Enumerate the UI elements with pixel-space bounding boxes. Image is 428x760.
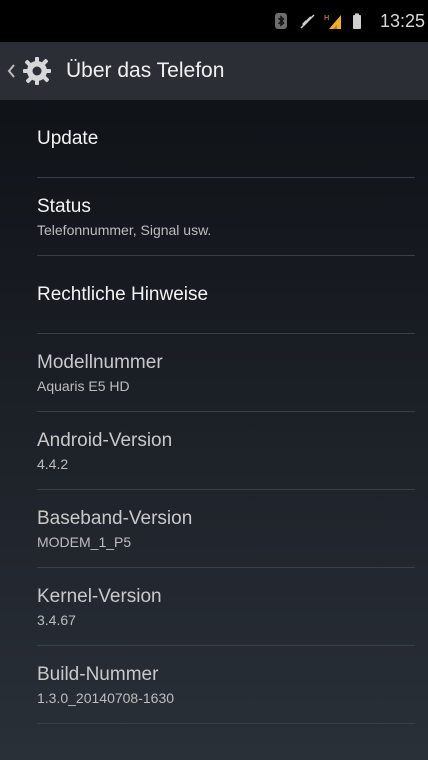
list-item-subtitle: MODEM_1_P5	[37, 533, 132, 550]
list-item-subtitle: 4.4.2	[37, 455, 69, 472]
page-title: Über das Telefon	[66, 59, 225, 82]
list-item-legal[interactable]: Rechtliche Hinweise	[37, 256, 415, 334]
list-item-android-version[interactable]: Android-Version 4.4.2	[37, 412, 415, 490]
svg-text:H: H	[324, 14, 329, 22]
list-item-title: Status	[37, 195, 91, 217]
list-item-status[interactable]: Status Telefonnummer, Signal usw.	[37, 178, 415, 256]
status-time: 13:25	[379, 10, 425, 31]
bluetooth-icon	[274, 13, 287, 29]
status-bar: H 13:25	[0, 0, 428, 42]
list-item-title: Update	[37, 127, 99, 149]
list-item-update[interactable]: Update	[37, 100, 415, 178]
list-item-model-number: Modellnummer Aquaris E5 HD	[37, 334, 415, 412]
list-item-title: Build-Nummer	[37, 663, 159, 685]
battery-icon	[352, 13, 361, 29]
status-icons: H 13:25	[272, 11, 425, 32]
back-icon[interactable]	[6, 63, 16, 79]
settings-icon[interactable]	[20, 54, 54, 88]
list-item-title: Kernel-Version	[37, 585, 162, 607]
screen: H 13:25 Über das Telefon Update Status T…	[0, 0, 428, 760]
mute-icon	[300, 14, 315, 29]
list-item-title: Rechtliche Hinweise	[37, 283, 209, 305]
list-item-build-number[interactable]: Build-Nummer 1.3.0_20140708-1630	[37, 646, 415, 724]
action-bar[interactable]: Über das Telefon	[0, 42, 428, 100]
list-item-title: Modellnummer	[37, 351, 163, 373]
list-item-subtitle: Telefonnummer, Signal usw.	[37, 221, 212, 238]
list-item-subtitle: 1.3.0_20140708-1630	[37, 689, 175, 706]
list-item-kernel-version: Kernel-Version 3.4.67	[37, 568, 415, 646]
list-item-baseband-version: Baseband-Version MODEM_1_P5	[37, 490, 415, 568]
list-item-subtitle: 3.4.67	[37, 611, 76, 628]
list-item-title: Android-Version	[37, 429, 173, 451]
list-item-subtitle: Aquaris E5 HD	[37, 377, 130, 394]
list-item-title: Baseband-Version	[37, 507, 193, 529]
settings-list: Update Status Telefonnummer, Signal usw.…	[0, 100, 428, 724]
signal-icon: H	[324, 14, 341, 29]
